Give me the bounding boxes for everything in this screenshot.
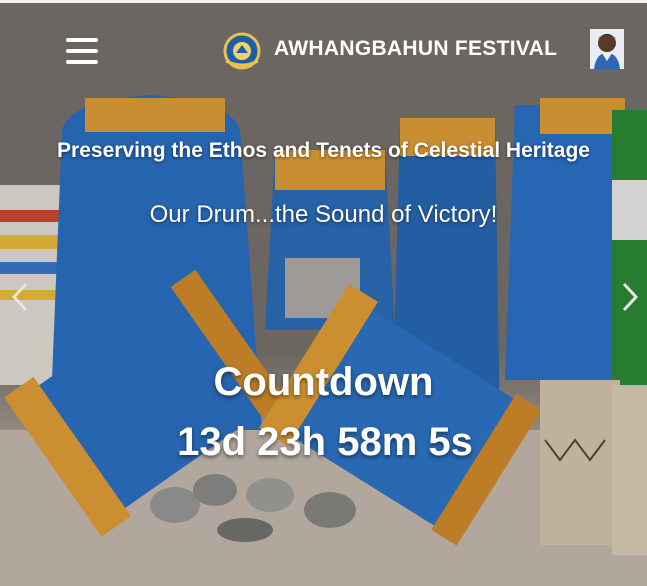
hero-subtitle: Our Drum...the Sound of Victory! [149, 201, 498, 228]
countdown-timer: 13d 23h 58m 5s [177, 420, 473, 464]
brand-title[interactable]: AWHANGBAHUN FESTIVAL [274, 37, 557, 61]
hero-overlay [0, 0, 647, 586]
chevron-right-icon[interactable] [620, 280, 640, 314]
hamburger-menu-icon[interactable] [66, 38, 98, 64]
chevron-left-icon[interactable] [10, 280, 30, 314]
hero-banner: AWHANGBAHUN FESTIVAL Preserving the Etho… [0, 0, 647, 586]
countdown-title: Countdown [213, 360, 434, 404]
hero-tagline: Preserving the Ethos and Tenets of Celes… [57, 139, 590, 162]
top-border [0, 0, 647, 3]
person-avatar-icon[interactable] [590, 29, 624, 69]
festival-emblem-icon[interactable] [222, 31, 262, 71]
